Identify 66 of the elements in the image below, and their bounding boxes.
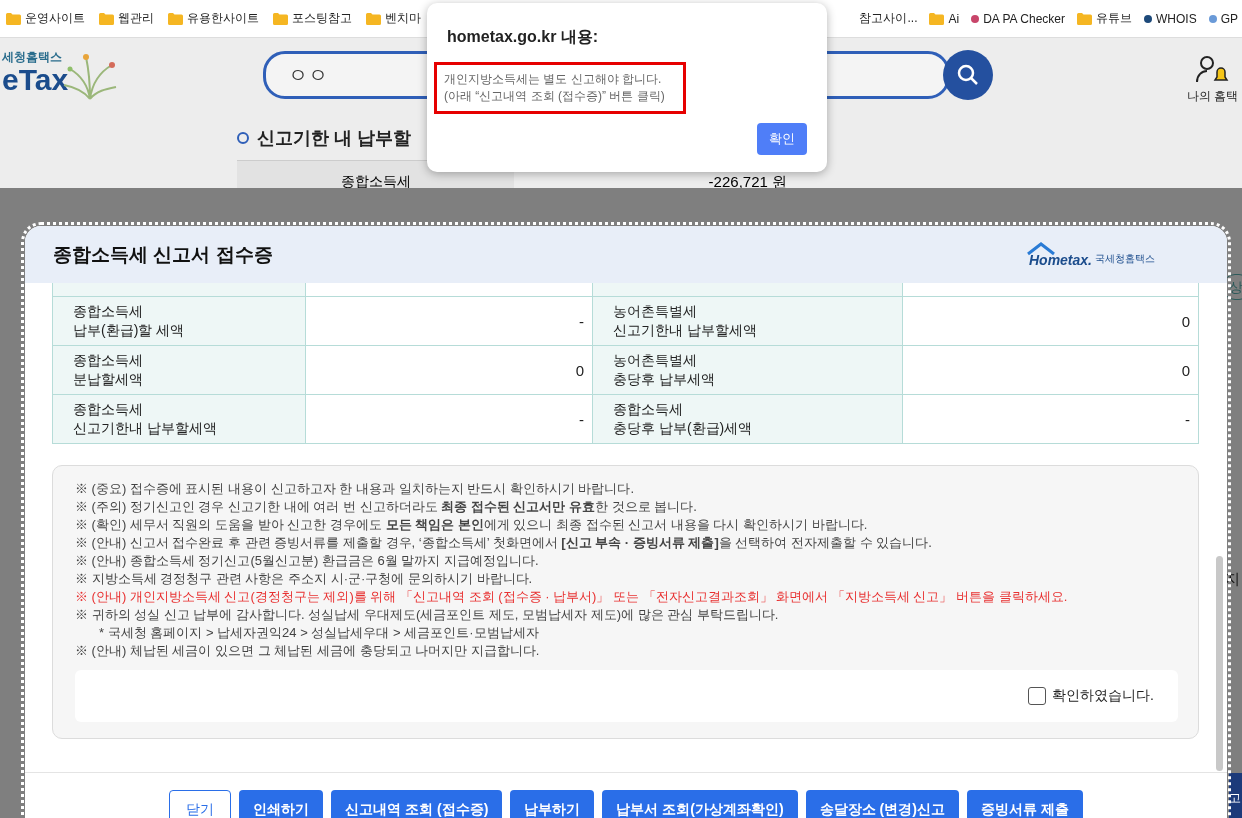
checkbox[interactable] bbox=[1028, 687, 1047, 705]
logo-subtitle: 세청홈택스 bbox=[2, 49, 62, 66]
bookmark-item[interactable]: 유용한사이트 bbox=[168, 10, 259, 27]
notice-text: * 국세청 홈페이지 > 납세자권익24 > 성실납세우대 > 세금포인트·모범납세자 bbox=[98, 624, 540, 642]
house-logo-icon bbox=[1025, 241, 1056, 256]
notice-text: ※ (안내) 신고서 접수완료 후 관련 증빙서류를 제출할 경우, ‘종합소득세’ 첫화면에서 [신고 부속 · 증빙서류 제출]을 선택하여 전자제출할 수 있습니다. bbox=[75, 534, 933, 552]
footer-button[interactable]: 인쇄하기 bbox=[239, 790, 324, 818]
bookmark-item[interactable]: 웹관리 bbox=[99, 10, 154, 27]
footer-button[interactable]: 증빙서류 제출 bbox=[966, 790, 1083, 818]
bookmark-item[interactable]: 포스팅참고 bbox=[273, 10, 352, 27]
bookmark-item[interactable]: DA PA Checker bbox=[971, 10, 1065, 27]
table-cell: 종합소득세 납부(환급)할 세액 bbox=[52, 296, 306, 346]
logo-text: Hometax. bbox=[1028, 251, 1092, 268]
folder-icon bbox=[168, 12, 183, 25]
ok-button[interactable]: 확인 bbox=[757, 123, 807, 155]
notice-text: ※ (안내) 체납된 세금이 있으면 그 체납된 세금에 충당되고 나머지만 지급합니다. bbox=[75, 642, 541, 660]
table-cell: 0 bbox=[305, 345, 593, 395]
alert-message: 개인지방소득세는 별도 신고해야 합니다. (아래 “신고내역 조회 (접수증)” 버튼 클릭) bbox=[434, 62, 686, 114]
bullet-icon bbox=[237, 132, 249, 144]
footer-button[interactable]: 송달장소 (변경)신고 bbox=[805, 790, 959, 818]
folder-icon bbox=[273, 12, 288, 25]
footer-button[interactable]: 신고내역 조회 (접수증) bbox=[331, 790, 503, 818]
notice-text: ※ (확인) 세무서 직원의 도움을 받아 신고한 경우에도 모든 책임은 본인에게 있으니 최종 접수된 신고서 내용을 다시 확인하시기 바랍니다. bbox=[75, 516, 869, 534]
table-cell: - bbox=[305, 296, 593, 346]
notice-text: ※ (주의) 정기신고인 경우 신고기한 내에 여러 번 신고하더라도 최종 접수된 신고서만 유효한 것으로 봅니다. bbox=[75, 498, 698, 516]
notice-text: ※ (안내) 종합소득세 정기신고(5월신고분) 환급금은 6월 말까지 지급예정입니다. bbox=[75, 552, 540, 570]
notice-text: ※ 귀하의 성실 신고 납부에 감사합니다. 성실납세 우대제도(세금포인트 제도, 모범납세자 제도)에 많은 관심 부탁드립니다. bbox=[75, 606, 780, 624]
bookmark-item[interactable]: 운영사이트 bbox=[6, 10, 85, 27]
search-icon bbox=[956, 63, 980, 87]
table-cell: 0 bbox=[902, 296, 1199, 346]
footer-button[interactable]: 닫기 bbox=[169, 790, 232, 818]
bookmark-item[interactable]: GP bbox=[1208, 10, 1238, 27]
scrollbar-thumb[interactable] bbox=[1216, 556, 1223, 771]
logo-text: eTax bbox=[2, 63, 69, 97]
confirm-checkbox[interactable]: 확인하였습니다. bbox=[1028, 687, 1154, 705]
footer-button[interactable]: 납부서 조회(가상계좌확인) bbox=[602, 790, 798, 818]
folder-icon bbox=[6, 12, 21, 25]
section-heading: 신고기한 내 납부할 bbox=[257, 127, 411, 150]
logo-caption: 국세청홈택스 bbox=[1095, 251, 1155, 266]
alert-title: hometax.go.kr 내용: bbox=[447, 27, 600, 47]
footer-button[interactable]: 납부하기 bbox=[510, 790, 595, 818]
table-cell: - bbox=[902, 394, 1199, 444]
table-cell: 종합소득세 신고기한내 납부할세액 bbox=[52, 394, 306, 444]
search-button[interactable] bbox=[943, 50, 993, 100]
table-cell: 종합소득세 분납할세액 bbox=[52, 345, 306, 395]
user-bell-icon bbox=[1195, 53, 1230, 84]
folder-icon bbox=[99, 12, 114, 25]
folder-icon bbox=[1077, 12, 1092, 25]
table-cell: 농어촌특별세 충당후 납부세액 bbox=[592, 345, 903, 395]
bookmark-item[interactable]: WHOIS bbox=[1144, 10, 1197, 27]
side-button[interactable]: 고 bbox=[1229, 773, 1242, 818]
notice-text: ※ (중요) 접수증에 표시된 내용이 신고하고자 한 내용과 일치하는지 반드시 확인하시기 바랍니다. bbox=[75, 480, 635, 498]
bookmark-item[interactable]: 참고사이... bbox=[859, 10, 918, 27]
notice-text: ※ (안내) 개인지방소득세 신고(경정청구는 제외)를 위해 「신고내역 조회 (접수증 · 납부서)」 또는 「전자신고결과조회」 화면에서 「지방소득세 신고」 버튼을 클릭하세요. bbox=[75, 588, 1069, 606]
table-cell: - bbox=[305, 394, 593, 444]
table-cell: 종합소득세 충당후 납부(환급)세액 bbox=[592, 394, 903, 444]
folder-icon bbox=[929, 12, 945, 25]
bookmark-item[interactable]: 벤치마 bbox=[366, 10, 421, 27]
bookmark-item[interactable]: Ai bbox=[929, 10, 960, 27]
dialog-title: 종합소득세 신고서 접수증 bbox=[53, 242, 273, 267]
table-cell: 농어촌특별세 신고기한내 납부할세액 bbox=[592, 296, 903, 346]
notice-text: ※ 지방소득세 경정청구 관련 사항은 주소지 시·군·구청에 문의하시기 바랍니다. bbox=[75, 570, 534, 588]
my-hometax-link[interactable]: 나의 홈택 bbox=[1186, 45, 1238, 105]
folder-icon bbox=[366, 12, 381, 25]
table-cell: 0 bbox=[902, 345, 1199, 395]
bookmark-item[interactable]: 유튜브 bbox=[1077, 10, 1132, 27]
